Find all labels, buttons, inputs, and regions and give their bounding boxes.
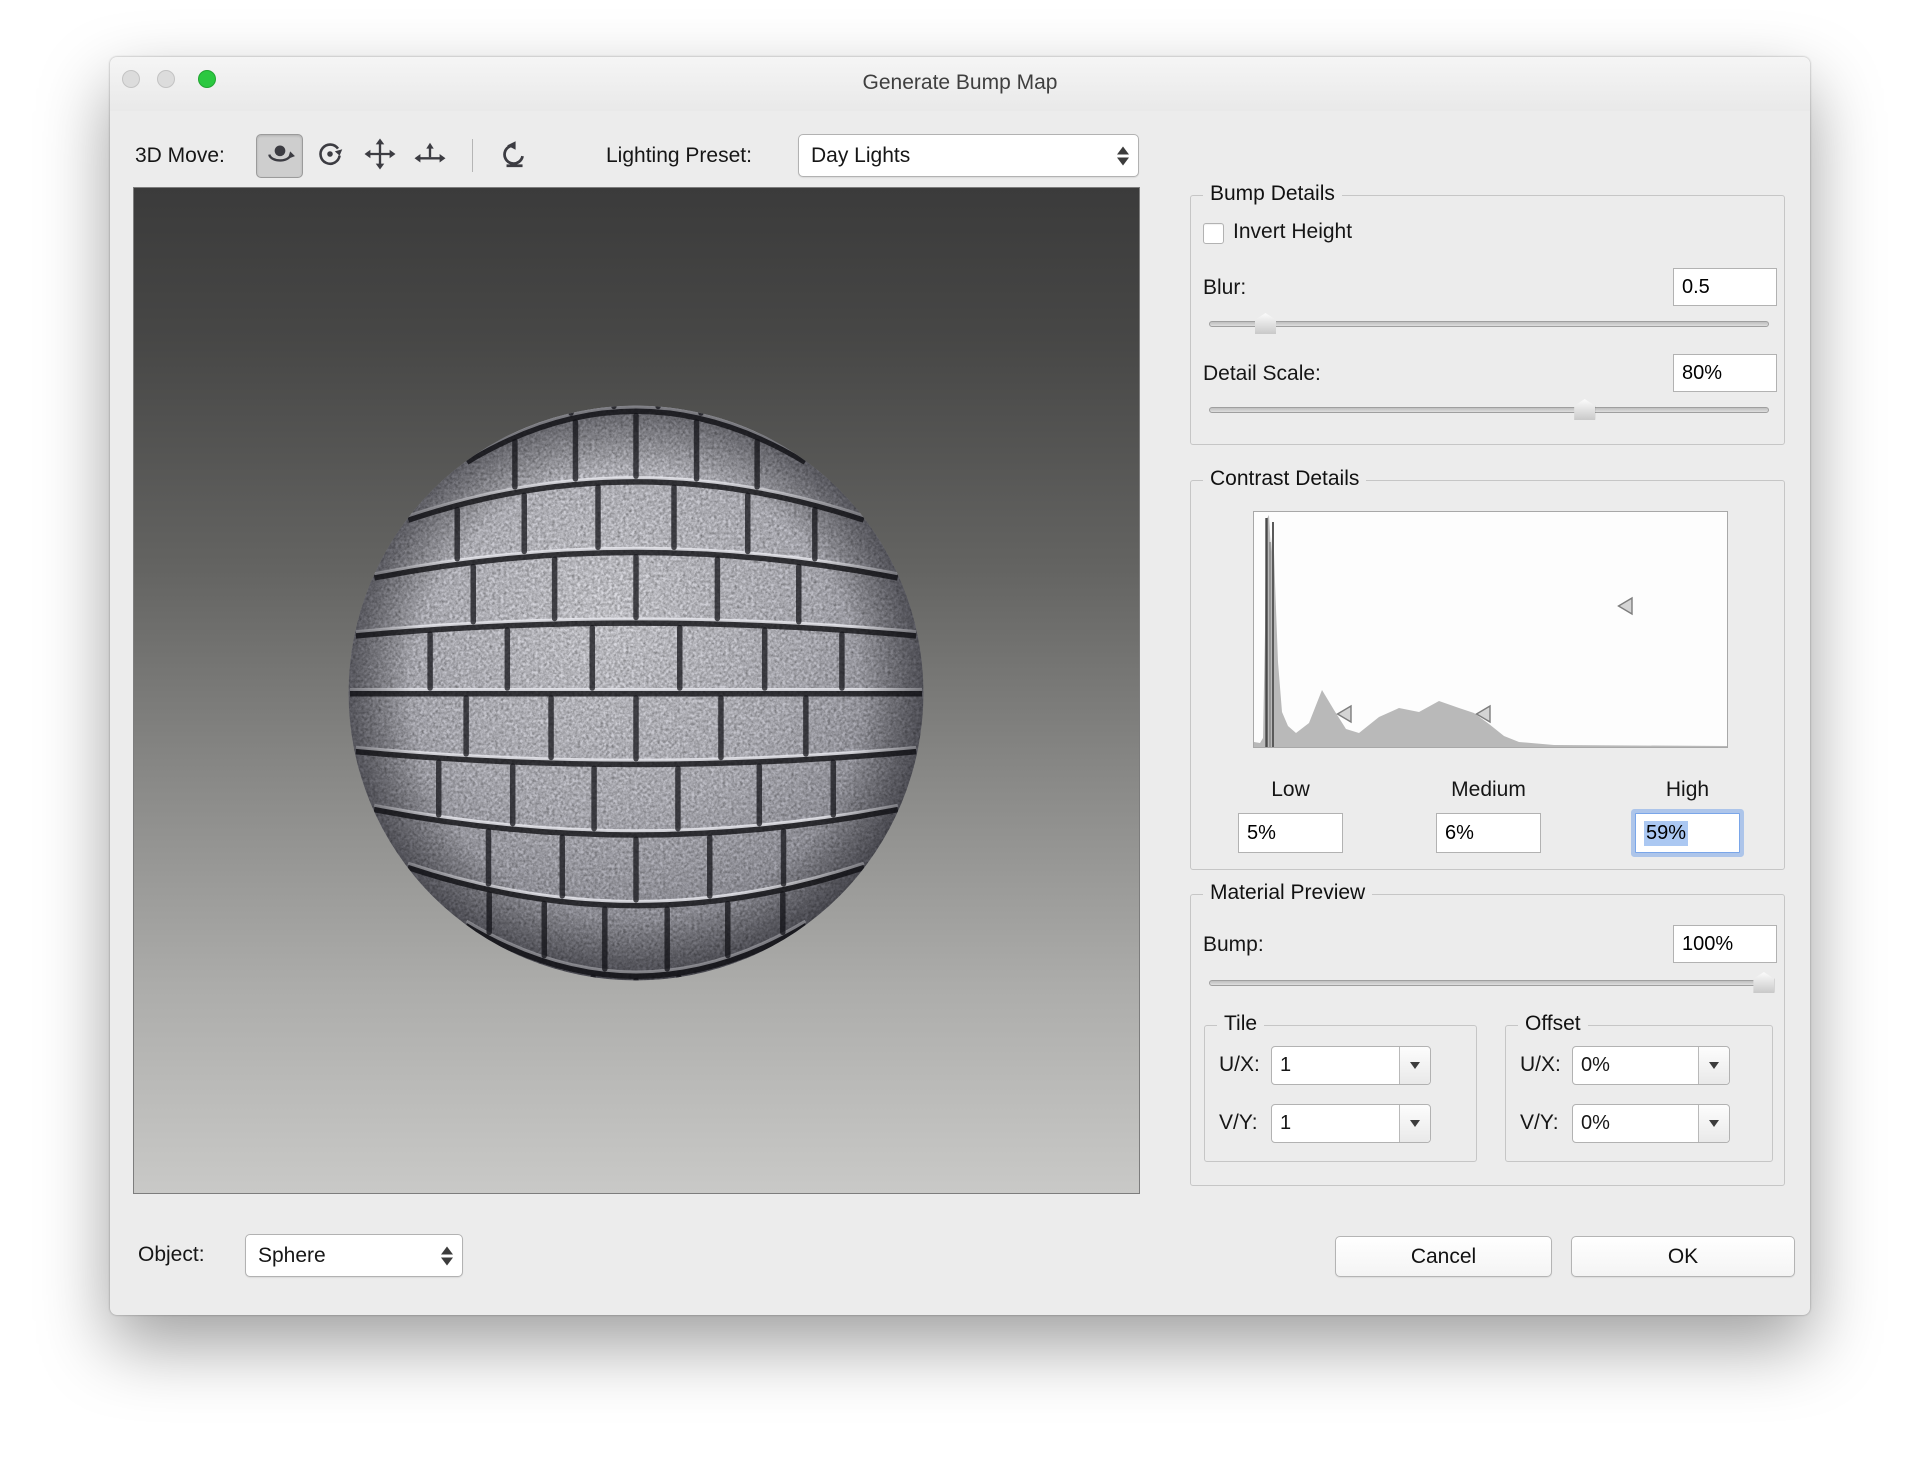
blur-value-input[interactable] xyxy=(1673,268,1777,306)
contrast-histogram[interactable] xyxy=(1253,511,1728,748)
object-value: Sphere xyxy=(258,1244,326,1268)
tile-ux-combo[interactable]: 1 xyxy=(1271,1046,1431,1085)
bump-slider-thumb[interactable] xyxy=(1753,972,1774,993)
slide-camera-icon xyxy=(414,138,446,175)
tile-title: Tile xyxy=(1217,1012,1264,1036)
bump-value-input[interactable] xyxy=(1673,925,1777,963)
lighting-preset-value: Day Lights xyxy=(811,144,910,168)
rotate-camera-icon xyxy=(264,138,296,175)
reset-view-button[interactable] xyxy=(490,134,537,178)
offset-ux-dropdown-button[interactable] xyxy=(1698,1047,1729,1084)
invert-height-label: Invert Height xyxy=(1233,220,1352,244)
rotate-camera-tool-button[interactable] xyxy=(256,134,303,178)
chevron-down-icon xyxy=(1410,1062,1420,1069)
tile-vy-value: 1 xyxy=(1272,1112,1399,1135)
chevron-down-icon xyxy=(1709,1062,1719,1069)
offset-title: Offset xyxy=(1518,1012,1588,1036)
blur-label: Blur: xyxy=(1203,276,1246,300)
toolbar-divider xyxy=(472,139,473,172)
contrast-medium-input[interactable] xyxy=(1436,813,1541,853)
offset-ux-label: U/X: xyxy=(1520,1053,1561,1077)
blur-slider-track[interactable] xyxy=(1209,321,1769,327)
material-preview-title: Material Preview xyxy=(1203,881,1372,905)
blur-slider-thumb[interactable] xyxy=(1255,313,1276,334)
lighting-preset-dropdown[interactable]: Day Lights xyxy=(798,134,1139,177)
3d-preview-canvas[interactable] xyxy=(133,187,1140,1194)
contrast-high-marker[interactable] xyxy=(1617,597,1634,616)
screen: Generate Bump Map 3D Move: xyxy=(0,0,1920,1467)
chevron-down-icon xyxy=(1709,1120,1719,1127)
pan-camera-icon xyxy=(364,138,396,175)
bump-label: Bump: xyxy=(1203,933,1264,957)
detail-scale-label: Detail Scale: xyxy=(1203,362,1321,386)
offset-vy-value: 0% xyxy=(1573,1112,1698,1135)
tile-ux-value: 1 xyxy=(1272,1054,1399,1077)
contrast-medium-marker[interactable] xyxy=(1475,705,1492,724)
ok-button[interactable]: OK xyxy=(1571,1236,1795,1277)
bump-details-group: Bump Details Invert Height Blur: Detail … xyxy=(1190,195,1785,445)
offset-vy-label: V/Y: xyxy=(1520,1111,1559,1135)
bump-slider-track[interactable] xyxy=(1209,980,1769,986)
popup-stepper-icon xyxy=(441,1246,453,1265)
roll-camera-tool-button[interactable] xyxy=(306,134,353,178)
object-label: Object: xyxy=(138,1243,205,1267)
tile-group: Tile U/X: 1 V/Y: 1 xyxy=(1204,1025,1477,1162)
tile-ux-dropdown-button[interactable] xyxy=(1399,1047,1430,1084)
cancel-button[interactable]: Cancel xyxy=(1335,1236,1552,1277)
contrast-high-input[interactable]: 59% xyxy=(1635,813,1740,853)
detail-scale-slider-thumb[interactable] xyxy=(1574,399,1595,420)
contrast-details-title: Contrast Details xyxy=(1203,467,1366,491)
popup-stepper-icon xyxy=(1117,146,1129,165)
slide-camera-tool-button[interactable] xyxy=(406,134,453,178)
detail-scale-value-input[interactable] xyxy=(1673,354,1777,392)
window-title: Generate Bump Map xyxy=(110,71,1810,95)
blur-slider[interactable] xyxy=(1209,312,1769,336)
bump-preview-sphere xyxy=(134,188,1139,1193)
tile-vy-combo[interactable]: 1 xyxy=(1271,1104,1431,1143)
contrast-low-marker[interactable] xyxy=(1335,705,1352,724)
offset-group: Offset U/X: 0% V/Y: 0% xyxy=(1505,1025,1773,1162)
reset-view-icon xyxy=(498,138,530,175)
offset-vy-combo[interactable]: 0% xyxy=(1572,1104,1730,1143)
object-dropdown[interactable]: Sphere xyxy=(245,1234,463,1277)
roll-camera-icon xyxy=(314,138,346,175)
lighting-preset-label: Lighting Preset: xyxy=(606,136,752,176)
offset-vy-dropdown-button[interactable] xyxy=(1698,1105,1729,1142)
pan-camera-tool-button[interactable] xyxy=(356,134,403,178)
contrast-high-label: High xyxy=(1635,778,1740,802)
tile-ux-label: U/X: xyxy=(1219,1053,1260,1077)
bump-slider[interactable] xyxy=(1209,971,1769,995)
generate-bump-map-dialog: Generate Bump Map 3D Move: xyxy=(110,57,1810,1315)
invert-height-checkbox[interactable] xyxy=(1203,223,1224,244)
contrast-low-input[interactable] xyxy=(1238,813,1343,853)
tile-vy-dropdown-button[interactable] xyxy=(1399,1105,1430,1142)
title-bar[interactable]: Generate Bump Map xyxy=(110,57,1810,111)
chevron-down-icon xyxy=(1410,1120,1420,1127)
offset-ux-combo[interactable]: 0% xyxy=(1572,1046,1730,1085)
contrast-low-label: Low xyxy=(1238,778,1343,802)
contrast-details-group: Contrast Details Low Medium High 59% xyxy=(1190,480,1785,870)
bump-details-title: Bump Details xyxy=(1203,182,1342,206)
material-preview-group: Material Preview Bump: Tile U/X: 1 V/Y: … xyxy=(1190,894,1785,1186)
detail-scale-slider-track[interactable] xyxy=(1209,407,1769,413)
detail-scale-slider[interactable] xyxy=(1209,398,1769,422)
contrast-high-selected-text: 59% xyxy=(1644,821,1688,846)
offset-ux-value: 0% xyxy=(1573,1054,1698,1077)
3d-move-label: 3D Move: xyxy=(135,136,225,176)
tile-vy-label: V/Y: xyxy=(1219,1111,1258,1135)
contrast-medium-label: Medium xyxy=(1436,778,1541,802)
